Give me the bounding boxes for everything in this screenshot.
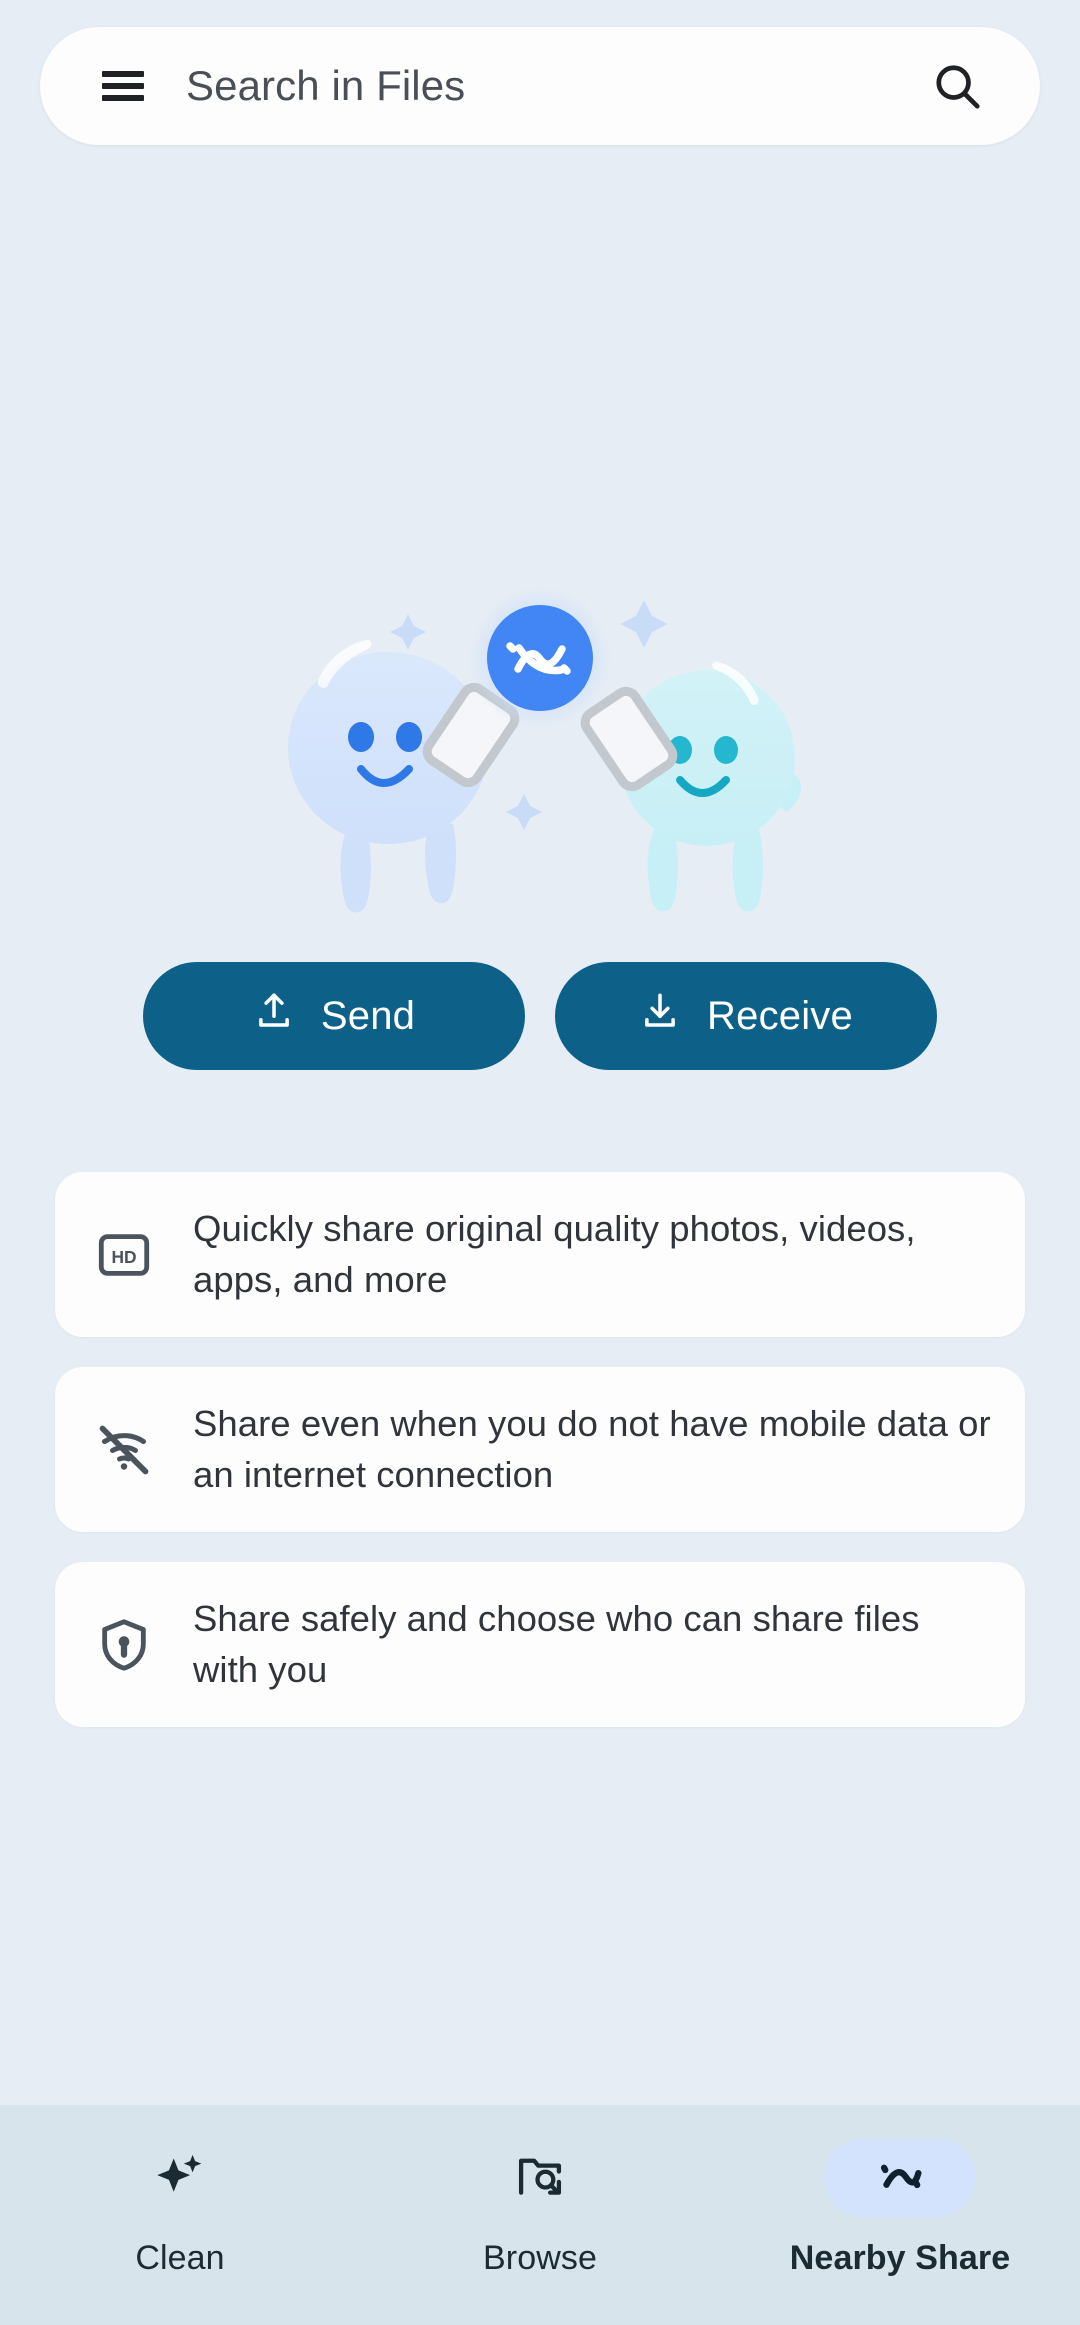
nearby-share-icon (871, 2147, 929, 2210)
hd-quality-icon: HD (93, 1224, 155, 1286)
info-card-list: HD Quickly share original quality photos… (55, 1172, 1025, 1727)
info-card-text: Share even when you do not have mobile d… (193, 1403, 991, 1495)
receive-button-label: Receive (707, 994, 853, 1038)
hamburger-line (102, 71, 144, 77)
action-buttons: Send Receive (0, 962, 1080, 1070)
clean-icon-pill[interactable] (104, 2139, 256, 2217)
shield-lock-icon (93, 1614, 155, 1676)
receive-button[interactable]: Receive (555, 962, 937, 1070)
send-button[interactable]: Send (143, 962, 525, 1070)
wifi-off-icon (93, 1419, 155, 1481)
bottom-navigation-bar: Clean Browse Nearby Share (0, 2105, 1080, 2325)
nav-label-browse: Browse (483, 2239, 597, 2277)
info-card-text: Quickly share original quality photos, v… (193, 1208, 916, 1300)
hamburger-line (102, 83, 144, 89)
info-card-hd-quality[interactable]: HD Quickly share original quality photos… (55, 1172, 1025, 1337)
info-card-text: Share safely and choose who can share fi… (193, 1598, 920, 1690)
svg-text:HD: HD (111, 1247, 136, 1267)
folder-search-icon (513, 2149, 567, 2208)
nearby-share-logo-icon (468, 586, 612, 730)
nav-item-nearby-share[interactable]: Nearby Share (720, 2105, 1080, 2325)
download-icon (639, 990, 681, 1042)
right-blob-character (618, 661, 801, 912)
nearby-share-blobs-illustration (230, 570, 850, 930)
send-button-label: Send (320, 994, 416, 1038)
hamburger-line (102, 95, 144, 101)
search-bar[interactable]: Search in Files (40, 27, 1040, 145)
search-input[interactable]: Search in Files (186, 62, 930, 110)
upload-icon (253, 990, 295, 1042)
search-icon[interactable] (930, 59, 984, 113)
nav-label-nearby-share: Nearby Share (789, 2239, 1011, 2277)
sparkle-icon (153, 2149, 207, 2208)
browse-icon-pill[interactable] (464, 2139, 616, 2217)
info-card-safe-sharing[interactable]: Share safely and choose who can share fi… (55, 1562, 1025, 1727)
info-card-offline-sharing[interactable]: Share even when you do not have mobile d… (55, 1367, 1025, 1532)
nearby-share-icon-pill[interactable] (824, 2139, 976, 2217)
nav-label-clean: Clean (135, 2239, 225, 2277)
hamburger-menu-icon[interactable] (102, 71, 144, 101)
nav-item-clean[interactable]: Clean (0, 2105, 360, 2325)
nav-item-browse[interactable]: Browse (360, 2105, 720, 2325)
